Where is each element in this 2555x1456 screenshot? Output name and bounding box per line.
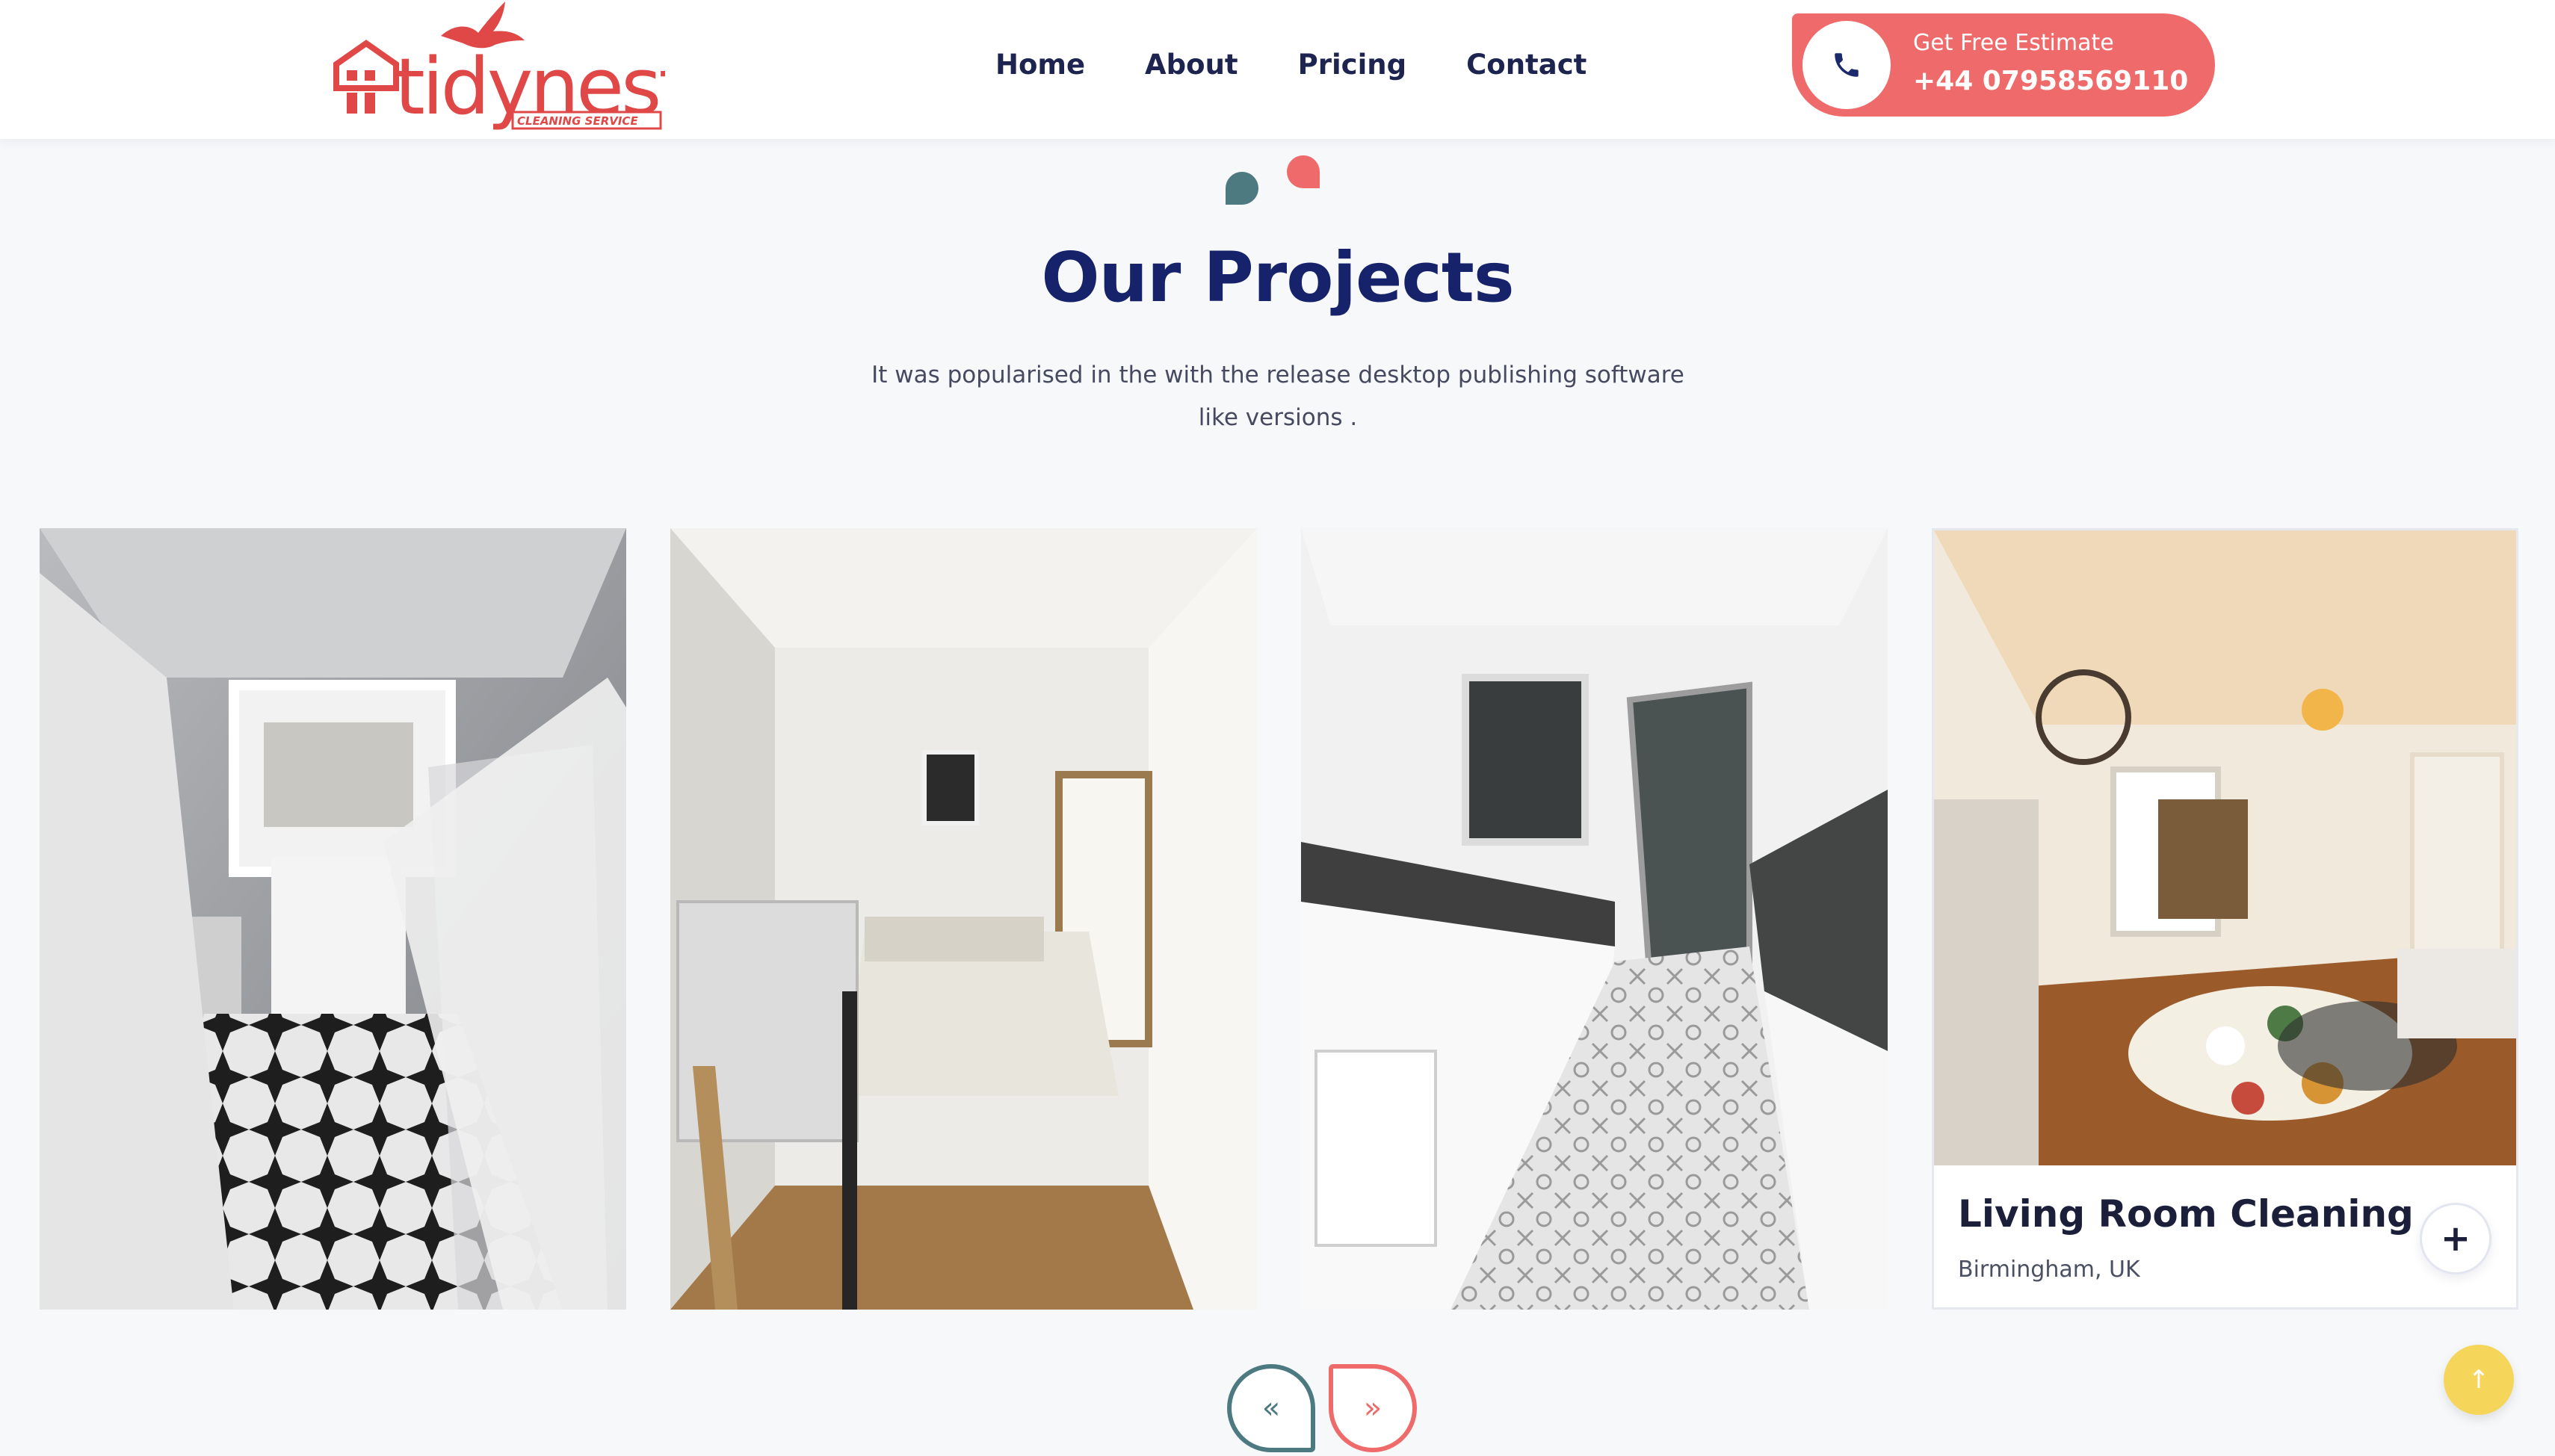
section-subtitle: It was popularised in the with the relea… xyxy=(871,362,1684,431)
project-card-living-room[interactable]: Living Room Cleaning Birmingham, UK + xyxy=(1932,528,2518,1310)
nav-about[interactable]: About xyxy=(1145,48,1238,82)
bedroom-photo xyxy=(670,528,1257,1310)
arrow-up-icon: ↑ xyxy=(2468,1365,2490,1395)
decorative-drops-icon xyxy=(1226,155,1320,205)
plus-icon: + xyxy=(2440,1218,2471,1260)
bathroom-photo xyxy=(40,528,626,1310)
free-estimate-button[interactable]: Get Free Estimate +44 07958569110 xyxy=(1792,13,2215,117)
estimate-label: Get Free Estimate xyxy=(1913,30,2114,56)
site-logo[interactable]: tidynest CLEANING SERVICE xyxy=(321,0,691,134)
logo-graphic: tidynest CLEANING SERVICE xyxy=(333,1,691,132)
section-title: Our Projects xyxy=(1041,238,1514,317)
project-details-button[interactable]: + xyxy=(2420,1203,2491,1274)
site-header: tidynest CLEANING SERVICE Home About Pri… xyxy=(0,0,2555,139)
nav-contact[interactable]: Contact xyxy=(1466,48,1587,82)
project-caption: Living Room Cleaning Birmingham, UK + xyxy=(1934,1165,2516,1307)
living-room-photo xyxy=(1934,530,2516,1165)
nav-pricing[interactable]: Pricing xyxy=(1298,48,1407,82)
project-card-kitchen[interactable] xyxy=(1301,528,1888,1310)
project-card-bedroom[interactable] xyxy=(670,528,1257,1310)
kitchen-photo xyxy=(1301,528,1888,1310)
phone-icon xyxy=(1802,21,1891,109)
slider-prev-button[interactable]: « xyxy=(1227,1364,1315,1452)
svg-text:CLEANING SERVICE: CLEANING SERVICE xyxy=(517,114,638,128)
phone-number: +44 07958569110 xyxy=(1913,66,2189,96)
project-card-bathroom[interactable] xyxy=(40,528,626,1310)
project-location: Birmingham, UK xyxy=(1958,1257,2140,1283)
main-nav: Home About Pricing Contact xyxy=(995,48,1646,82)
slider-next-button[interactable]: » xyxy=(1329,1364,1417,1452)
chevron-double-left-icon: « xyxy=(1261,1391,1281,1425)
nav-home[interactable]: Home xyxy=(995,48,1085,82)
project-title: Living Room Cleaning xyxy=(1958,1192,2414,1236)
chevron-double-right-icon: » xyxy=(1363,1391,1382,1425)
back-to-top-button[interactable]: ↑ xyxy=(2444,1345,2514,1415)
